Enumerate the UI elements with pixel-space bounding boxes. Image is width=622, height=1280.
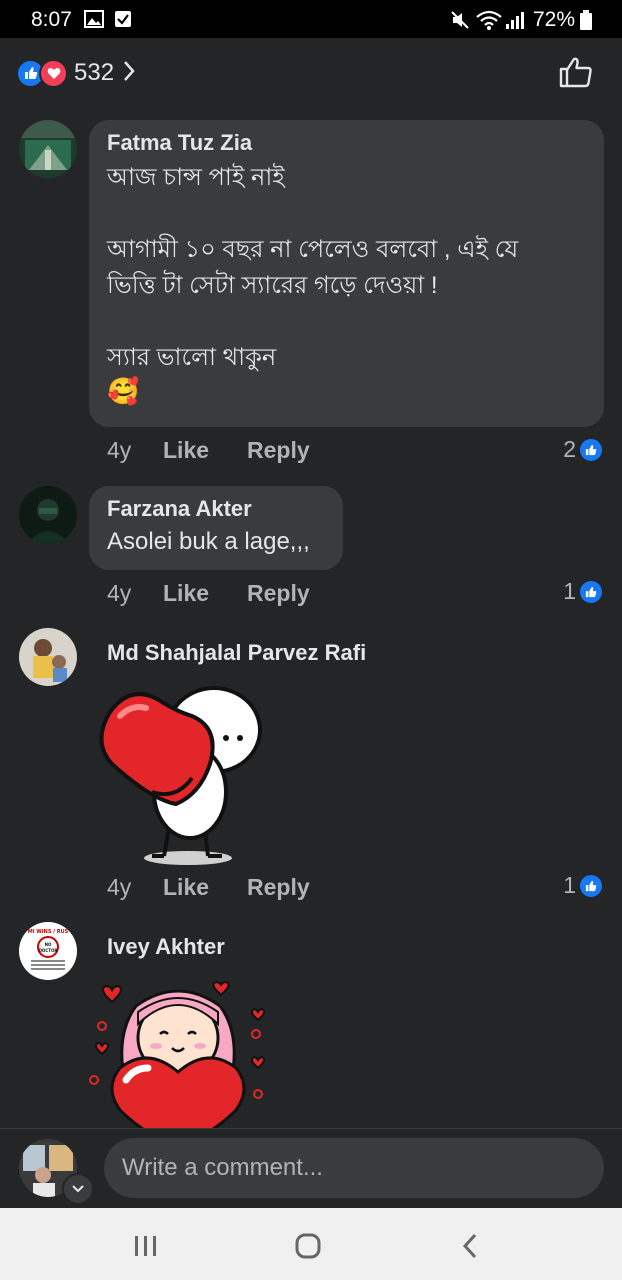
comment-reaction-count[interactable]: 2: [563, 436, 604, 463]
chevron-down-icon: [72, 1180, 84, 1198]
like-reaction-icon: [578, 578, 604, 605]
avatar[interactable]: [19, 120, 77, 178]
heart-hug-sticker: [92, 682, 264, 871]
reaction-count: 532: [74, 59, 115, 86]
signal-icon: [505, 10, 525, 36]
reply-button[interactable]: Reply: [247, 874, 310, 901]
wifi-icon: [476, 10, 502, 36]
recent-apps-button[interactable]: [126, 1226, 166, 1266]
like-post-button[interactable]: [559, 56, 593, 93]
comment-actions: 4y Like Reply: [107, 580, 348, 607]
chevron-right-icon: [122, 59, 136, 88]
comment-input[interactable]: [104, 1138, 604, 1198]
comment-author[interactable]: Ivey Akhter: [107, 934, 225, 960]
system-nav-bar: [0, 1208, 622, 1280]
status-time: 8:07: [31, 8, 72, 31]
status-bar: 8:07 72%: [0, 0, 622, 38]
comment-reaction-count[interactable]: 1: [563, 872, 604, 899]
comment-author[interactable]: Md Shahjalal Parvez Rafi: [107, 640, 366, 666]
reaction-summary[interactable]: 532: [16, 58, 136, 88]
account-switch-button[interactable]: [62, 1173, 94, 1205]
comment-text: আজ চান্স পাই নাই আগামী ১০ বছর না পেলেও ব…: [107, 164, 519, 371]
comment: MI WINS / RUS NO DOCTOR Ivey Akhter: [0, 922, 622, 1128]
comment-actions: 4y Like Reply: [107, 874, 348, 901]
comment-reaction-count[interactable]: 1: [563, 578, 604, 605]
love-reaction-icon: [39, 58, 68, 88]
avatar[interactable]: [19, 486, 77, 544]
comment-bubble[interactable]: Farzana Akter Asolei buk a lage,,,: [89, 486, 343, 570]
avatar-text: MI WINS / RUS: [28, 929, 69, 935]
like-reaction-icon: [578, 436, 604, 463]
avatar[interactable]: [19, 628, 77, 686]
reply-button[interactable]: Reply: [247, 437, 310, 464]
battery-icon: [580, 10, 592, 36]
reaction-count-value: 1: [563, 578, 576, 604]
like-button[interactable]: Like: [163, 874, 209, 901]
girl-heart-sticker: [86, 976, 272, 1128]
comment-actions: 4y Like Reply: [107, 437, 348, 464]
like-button[interactable]: Like: [163, 580, 209, 607]
comment-composer: [0, 1128, 622, 1209]
reply-button[interactable]: Reply: [247, 580, 310, 607]
like-button[interactable]: Like: [163, 437, 209, 464]
avatar[interactable]: MI WINS / RUS NO DOCTOR: [19, 922, 77, 980]
gallery-icon: [84, 10, 104, 34]
mute-icon: [450, 10, 470, 36]
comment-text: Asolei buk a lage,,,: [107, 528, 310, 555]
smiling-hearts-emoji: 🥰: [107, 376, 140, 406]
reactions-header: 532: [0, 38, 622, 108]
avatar-text: DOCTOR: [39, 948, 58, 953]
comment-author[interactable]: Fatma Tuz Zia: [107, 130, 586, 156]
download-icon: [114, 10, 132, 34]
back-button[interactable]: [450, 1226, 490, 1266]
battery-percent: 72%: [533, 8, 576, 31]
reaction-count-value: 1: [563, 872, 576, 898]
comment-bubble[interactable]: Fatma Tuz Zia আজ চান্স পাই নাই আগামী ১০ …: [89, 120, 604, 427]
comment-age: 4y: [107, 874, 132, 900]
reaction-count-value: 2: [563, 436, 576, 462]
home-button[interactable]: [288, 1226, 328, 1266]
comment-age: 4y: [107, 580, 132, 606]
comment-age: 4y: [107, 437, 132, 463]
avatar-text: NO: [45, 942, 52, 947]
comment-author[interactable]: Farzana Akter: [107, 496, 325, 522]
like-reaction-icon: [578, 872, 604, 899]
